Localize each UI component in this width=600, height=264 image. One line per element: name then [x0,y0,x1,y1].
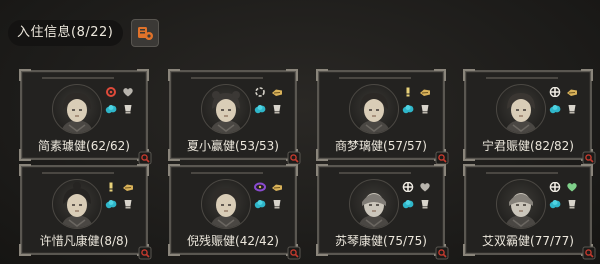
card-top-trim [486,172,558,174]
resident-card[interactable]: 倪残赈健(42/42) [168,164,301,260]
resident-grid: 简素璩健(62/62) 夏小赢健(53/53) 商梦璃健(57/57) 宁君赈健… [0,0,600,264]
ring-icon [254,82,266,97]
blue-cloud-icon [402,194,414,209]
cup-icon [122,194,134,209]
resident-card[interactable]: 艾双霸健(77/77) [463,164,596,260]
resident-portrait [201,179,251,229]
resident-card[interactable]: 夏小赢健(53/53) [168,69,301,165]
card-corner-ornament [434,164,446,176]
resident-portrait [349,179,399,229]
resident-card[interactable]: 宁君赈健(82/82) [463,69,596,165]
card-top-trim [191,77,263,79]
resident-name-health: 苏琴康健(75/75) [335,234,427,248]
exclamation-icon [402,82,414,97]
resident-portrait [496,84,546,134]
resident-name-health: 商梦璃健(57/57) [335,139,427,153]
green-heart-icon [566,177,578,192]
resident-portrait [349,84,399,134]
golden-hand-icon [566,82,578,96]
card-corner-ornament [581,69,593,81]
locate-resident-icon[interactable] [287,150,301,165]
card-top-trim [339,77,411,79]
resident-card[interactable]: 苏琴康健(75/75) [316,164,449,260]
golden-hand-icon [122,177,134,191]
locate-resident-icon[interactable] [138,245,152,260]
cross-icon [549,177,561,193]
resident-portrait [52,84,102,134]
cup-icon [566,99,578,114]
golden-hand-icon [419,82,431,96]
card-top-trim [42,77,114,79]
cup-icon [271,99,283,114]
blue-cloud-icon [402,99,414,114]
card-corner-ornament [286,69,298,81]
resident-name-health: 艾双霸健(77/77) [482,234,574,248]
locate-resident-icon[interactable] [582,150,596,165]
resident-card[interactable]: 简素璩健(62/62) [19,69,152,165]
locate-resident-icon[interactable] [138,150,152,165]
cup-icon [419,194,431,209]
cup-icon [271,194,283,209]
locate-resident-icon[interactable] [435,245,449,260]
resident-name-health: 倪残赈健(42/42) [187,234,279,248]
locate-resident-icon[interactable] [582,245,596,260]
heart-icon [419,177,431,192]
red-swirl-icon [105,82,117,97]
card-corner-ornament [286,164,298,176]
cup-icon [122,99,134,114]
golden-hand-icon [271,177,283,191]
card-corner-ornament [316,164,328,176]
card-top-trim [339,172,411,174]
cup-icon [566,194,578,209]
blue-cloud-icon [549,194,561,209]
card-corner-ornament [463,69,475,81]
cross-icon [402,177,414,193]
heart-icon [122,82,134,97]
blue-cloud-icon [549,99,561,114]
locate-resident-icon[interactable] [435,150,449,165]
card-corner-ornament [137,69,149,81]
resident-name-health: 宁君赈健(82/82) [482,139,574,153]
resident-name-health: 简素璩健(62/62) [38,139,130,153]
blue-cloud-icon [105,99,117,114]
card-corner-ornament [137,164,149,176]
resident-portrait [496,179,546,229]
card-corner-ornament [316,69,328,81]
card-top-trim [486,77,558,79]
resident-name-health: 许惜凡康健(8/8) [39,234,129,248]
card-corner-ornament [463,164,475,176]
blue-cloud-icon [254,99,266,114]
card-corner-ornament [581,164,593,176]
golden-hand-icon [271,82,283,96]
card-corner-ornament [434,69,446,81]
card-corner-ornament [19,164,31,176]
blue-cloud-icon [105,194,117,209]
blue-cloud-icon [254,194,266,209]
cup-icon [419,99,431,114]
card-top-trim [191,172,263,174]
resident-card[interactable]: 商梦璃健(57/57) [316,69,449,165]
purple-swirl-icon [254,177,266,192]
locate-resident-icon[interactable] [287,245,301,260]
card-corner-ornament [19,69,31,81]
card-top-trim [42,172,114,174]
resident-portrait [201,84,251,134]
resident-portrait [52,179,102,229]
cross-icon [549,82,561,98]
card-corner-ornament [168,69,180,81]
resident-name-health: 夏小赢健(53/53) [187,139,279,153]
card-corner-ornament [168,164,180,176]
exclamation-icon [105,177,117,192]
resident-card[interactable]: 许惜凡康健(8/8) [19,164,152,260]
